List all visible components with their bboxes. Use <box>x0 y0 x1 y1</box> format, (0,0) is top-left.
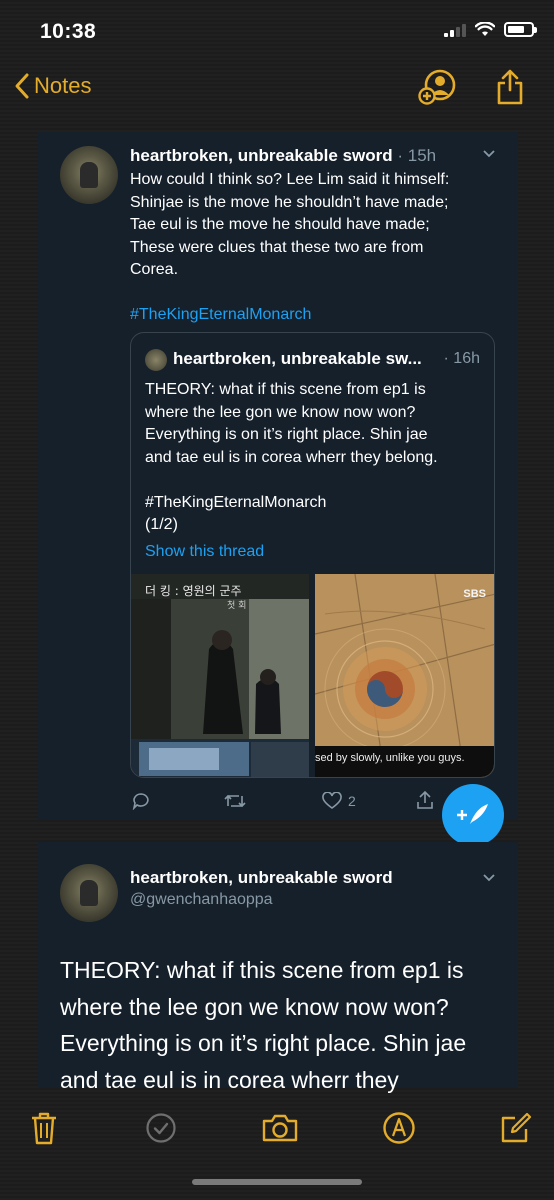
tweet-hashtag: #TheKingEternalMonarch <box>130 306 312 323</box>
tweet-detail-body: THEORY: what if this scene from ep1 is w… <box>60 952 516 1098</box>
tweet-line: Tae eul is the move he should have made; <box>130 216 430 233</box>
quoted-avatar <box>145 349 167 371</box>
checklist-button[interactable] <box>141 1108 181 1148</box>
like-button: 2 <box>322 792 356 810</box>
avatar <box>60 146 118 204</box>
tweet-detail-line: and tae eul is in corea wherr they <box>60 1066 399 1093</box>
media-right-caption: sed by slowly, unlike you guys. <box>315 752 465 764</box>
retweet-icon <box>224 794 246 808</box>
media-left-subtitle: 첫 회 <box>227 601 247 611</box>
nav-actions <box>418 68 524 106</box>
reply-icon <box>132 793 149 810</box>
reply-button <box>132 792 150 810</box>
tweet-line: Corea. <box>130 261 179 278</box>
share-icon[interactable] <box>496 68 524 106</box>
status-bar: 10:38 <box>0 0 554 60</box>
delete-button[interactable] <box>24 1108 64 1148</box>
checklist-icon <box>146 1113 176 1143</box>
quoted-hashtag: #TheKingEternalMonarch <box>145 493 327 511</box>
share-tweet-button <box>416 790 434 810</box>
tweet-author-handle: @gwenchanhaoppa <box>130 891 273 908</box>
avatar <box>60 864 118 922</box>
compose-tweet-fab <box>442 784 504 846</box>
tweet-card: heartbroken, unbreakable sword · 15h How… <box>38 132 518 846</box>
status-icons <box>444 22 537 37</box>
quoted-line: Everything is on it’s right place. Shin … <box>145 426 428 443</box>
tweet-body: How could I think so? Lee Lim said it hi… <box>130 169 500 327</box>
tweet-detail-line: where the lee gon we know now won? <box>60 993 449 1020</box>
compose-icon <box>501 1112 532 1143</box>
quoted-line: and tae eul is in corea wherr they belon… <box>145 448 438 466</box>
battery-icon <box>504 22 537 37</box>
tweet-author-name: heartbroken, unbreakable sword <box>130 868 393 887</box>
trash-icon <box>32 1112 56 1145</box>
compose-button[interactable] <box>496 1108 536 1148</box>
wifi-icon <box>475 22 495 36</box>
cellular-signal-icon <box>444 23 466 37</box>
nav-bar: Notes <box>0 66 554 112</box>
sbs-logo: SBS <box>463 588 486 600</box>
quoted-body: THEORY: what if this scene from ep1 is w… <box>145 379 485 537</box>
notes-toolbar <box>0 1100 554 1156</box>
camera-button[interactable] <box>260 1108 300 1148</box>
quoted-tweet: heartbroken, unbreakable sw... · 16h THE… <box>130 332 495 778</box>
quoted-part: (1/2) <box>145 516 178 533</box>
tweet-line: These were clues that these two are from <box>130 238 424 256</box>
markup-button[interactable] <box>379 1108 419 1148</box>
media-image-left: 더 킹 : 영원의 군주 첫 회 <box>131 574 311 777</box>
tweet-detail-card: heartbroken, unbreakable sword @gwenchan… <box>38 842 518 1093</box>
map-scene-image <box>315 574 494 777</box>
quoted-author-name: heartbroken, unbreakable sw... <box>173 349 422 368</box>
back-label: Notes <box>34 73 92 98</box>
tweet-detail-line: Everything is on it’s right place. Shin … <box>60 1030 467 1056</box>
quoted-time: · 16h <box>443 350 480 367</box>
feather-plus-icon <box>457 804 488 824</box>
tweet-time: · 15h <box>397 146 437 165</box>
media-left-title: 더 킹 : 영원의 군주 <box>145 584 242 598</box>
show-thread-link: Show this thread <box>145 543 265 560</box>
share-tweet-icon <box>417 790 433 809</box>
add-person-icon[interactable] <box>418 68 456 106</box>
tweet-line: Shinjae is the move he shouldn’t have ma… <box>130 193 449 211</box>
camera-icon <box>262 1114 298 1142</box>
quoted-line: where the lee gon we know now won? <box>145 403 416 421</box>
retweet-button <box>224 792 246 810</box>
tweet-author: heartbroken, unbreakable sword · 15h <box>130 146 436 166</box>
drama-scene-image <box>131 574 309 777</box>
tweet-line: How could I think so? Lee Lim said it hi… <box>130 171 450 188</box>
status-time: 10:38 <box>40 20 97 43</box>
embedded-screenshot[interactable]: heartbroken, unbreakable sword · 15h How… <box>38 132 518 1093</box>
home-indicator[interactable] <box>192 1179 362 1185</box>
media-image-right: SBS sed by slowly, unlike you guys. <box>315 574 494 777</box>
quoted-line: THEORY: what if this scene from ep1 is <box>145 381 426 398</box>
tweet-detail-line: THEORY: what if this scene from ep1 is <box>60 957 464 983</box>
chevron-left-icon <box>15 73 29 99</box>
like-count: 2 <box>348 793 356 809</box>
chevron-down-icon <box>482 146 496 162</box>
tweet-author-name: heartbroken, unbreakable sword <box>130 146 393 165</box>
markup-icon <box>383 1112 415 1144</box>
back-button[interactable]: Notes <box>14 72 91 100</box>
chevron-down-icon <box>482 870 496 886</box>
heart-icon <box>322 792 342 809</box>
